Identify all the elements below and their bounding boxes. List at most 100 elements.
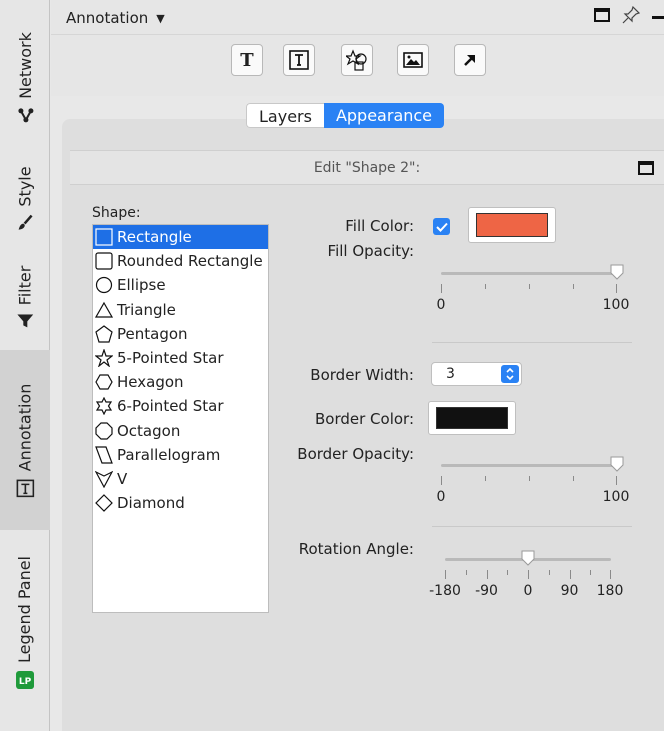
- shape-list[interactable]: Rectangle Rounded Rectangle Ellipse Tria…: [92, 224, 269, 613]
- panel-title: Annotation: [66, 9, 149, 27]
- border-width-select[interactable]: 3: [431, 362, 522, 386]
- edit-bar: Edit "Shape 2":: [70, 150, 664, 185]
- bounded-text-icon: [289, 50, 309, 70]
- edit-title: Edit "Shape 2":: [313, 160, 421, 176]
- caret-down-icon: ▼: [156, 11, 165, 25]
- rectangle-icon: [95, 228, 113, 246]
- slider-tick: [573, 284, 574, 289]
- shape-item-v[interactable]: V: [93, 467, 268, 491]
- shape-item-rectangle[interactable]: Rectangle: [93, 225, 268, 250]
- slider-min-label: 0: [436, 297, 446, 313]
- star-5-icon: [95, 349, 113, 368]
- slider-track: [441, 272, 617, 275]
- tab-filter[interactable]: Filter: [0, 250, 50, 345]
- expand-window-icon[interactable]: [638, 161, 654, 179]
- pin-icon[interactable]: [622, 5, 641, 28]
- shape-item-diamond[interactable]: Diamond: [93, 491, 268, 515]
- fill-color-swatch: [476, 213, 548, 237]
- fill-color-label: Fill Color:: [345, 217, 414, 235]
- slider-tick: [485, 284, 486, 289]
- diamond-icon: [95, 494, 113, 513]
- slider-tick: [573, 476, 574, 481]
- tab-annotation[interactable]: Annotation: [0, 350, 50, 530]
- slider-tick: [590, 570, 592, 575]
- slider-tick: [445, 570, 446, 579]
- add-arrow-button[interactable]: [454, 44, 486, 76]
- list-item-label: Pentagon: [117, 324, 188, 343]
- annotation-toolbar: T: [51, 34, 664, 96]
- add-shape-button[interactable]: [341, 44, 373, 76]
- panel-title-dropdown[interactable]: Annotation ▼: [66, 9, 165, 27]
- slider-thumb[interactable]: [610, 456, 624, 472]
- parallelogram-icon: [95, 446, 113, 464]
- ellipse-icon: [95, 277, 113, 294]
- shape-item-hexagon[interactable]: Hexagon: [93, 370, 268, 394]
- tab-legend-panel[interactable]: LP Legend Panel: [0, 535, 50, 710]
- list-item-label: V: [117, 469, 128, 488]
- list-item-label: Rectangle: [117, 228, 192, 247]
- slider-tick: [529, 284, 530, 289]
- rotation-tick-label: 180: [596, 583, 624, 599]
- tab-legend-panel-label: Legend Panel: [15, 555, 35, 664]
- slider-tick: [529, 476, 530, 481]
- border-color-button[interactable]: [428, 401, 516, 435]
- tab-layers[interactable]: Layers: [246, 103, 324, 128]
- divider: [432, 342, 632, 343]
- fill-opacity-slider[interactable]: 0 100: [437, 264, 629, 314]
- slider-tick: [616, 476, 617, 485]
- tab-filter-label: Filter: [15, 265, 35, 306]
- hexagon-icon: [95, 374, 113, 390]
- slider-max-label: 100: [602, 297, 630, 313]
- slider-tick: [441, 476, 442, 485]
- updown-chevron-icon[interactable]: [501, 365, 519, 383]
- shape-item-ellipse[interactable]: Ellipse: [93, 273, 268, 297]
- add-image-button[interactable]: [397, 44, 429, 76]
- rotation-tick-label: 90: [560, 583, 579, 599]
- shape-item-5-pointed-star[interactable]: 5-Pointed Star: [93, 346, 268, 370]
- slider-tick: [569, 570, 571, 579]
- slider-thumb[interactable]: [610, 264, 624, 280]
- slider-tick: [610, 570, 611, 579]
- border-opacity-slider[interactable]: 0 100: [437, 456, 629, 506]
- fill-enabled-checkbox[interactable]: [433, 218, 450, 235]
- layers-appearance-tabs: Layers Appearance: [246, 103, 445, 128]
- minimize-icon[interactable]: [652, 8, 664, 26]
- star-6-icon: [95, 397, 113, 416]
- text-box-icon: [16, 479, 34, 497]
- add-bounded-text-button[interactable]: [283, 44, 315, 76]
- rotation-tick-label: 0: [523, 583, 533, 599]
- tab-network[interactable]: Network: [0, 10, 50, 145]
- shape-item-parallelogram[interactable]: Parallelogram: [93, 443, 268, 467]
- fill-opacity-label: Fill Opacity:: [327, 242, 414, 260]
- add-text-button[interactable]: T: [231, 44, 263, 76]
- shape-item-octagon[interactable]: Octagon: [93, 419, 268, 443]
- shape-item-6-pointed-star[interactable]: 6-Pointed Star: [93, 394, 268, 418]
- v-shape-icon: [95, 470, 113, 488]
- shape-item-rounded-rectangle[interactable]: Rounded Rectangle: [93, 249, 268, 273]
- checkmark-icon: [435, 222, 448, 232]
- rotation-tick-label: -180: [429, 583, 461, 599]
- rotation-angle-label: Rotation Angle:: [298, 540, 414, 558]
- shape-item-triangle[interactable]: Triangle: [93, 298, 268, 322]
- panel-header: Annotation ▼: [51, 0, 664, 34]
- legend-panel-icon: LP: [16, 671, 34, 690]
- fill-color-button[interactable]: [468, 207, 556, 243]
- slider-tick: [548, 570, 550, 575]
- slider-thumb[interactable]: [521, 550, 535, 566]
- side-tab-strip: Network Style Filter Annotation LP Legen…: [0, 0, 50, 731]
- list-item-label: Parallelogram: [117, 445, 221, 464]
- brush-icon: [17, 214, 33, 230]
- tab-appearance[interactable]: Appearance: [323, 103, 445, 128]
- slider-tick: [485, 476, 486, 481]
- slider-track: [441, 464, 617, 467]
- tab-network-label: Network: [15, 32, 35, 99]
- rotation-angle-slider[interactable]: -180 -90 0 90 180: [429, 550, 623, 600]
- pentagon-icon: [95, 325, 113, 343]
- shape-item-pentagon[interactable]: Pentagon: [93, 322, 268, 346]
- float-window-icon[interactable]: [594, 8, 610, 26]
- tab-style[interactable]: Style: [0, 148, 50, 248]
- border-color-swatch: [436, 407, 508, 429]
- slider-max-label: 100: [602, 489, 630, 505]
- rotation-tick-label: -90: [475, 583, 498, 599]
- slider-tick: [528, 570, 529, 579]
